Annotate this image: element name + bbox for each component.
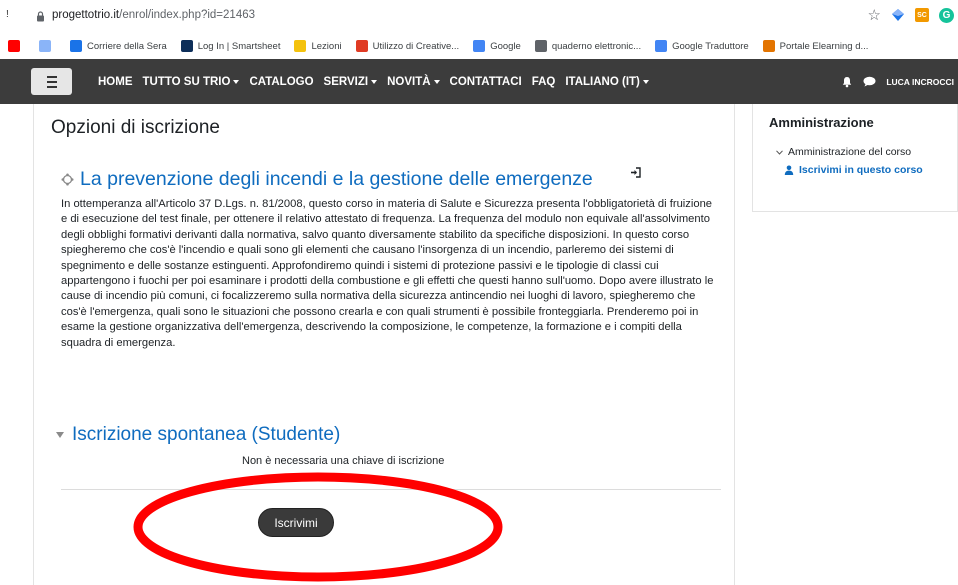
hamburger-line [46, 80, 57, 83]
nav-item-faq[interactable]: FAQ [532, 76, 556, 88]
nav-item-label: CATALOGO [249, 75, 314, 88]
bookmark-item[interactable]: Google [473, 40, 521, 52]
nav-item-tutto-su-trio[interactable]: TUTTO SU TRIO [143, 76, 240, 88]
bell-icon[interactable] [841, 76, 853, 88]
browser-address-bar: ! progettotrio.it/enrol/index.php?id=214… [0, 0, 958, 33]
url-text[interactable]: progettotrio.it/enrol/index.php?id=21463 [52, 9, 255, 21]
bookmark-star-icon[interactable]: ☆ [868, 6, 881, 24]
bookmark-label: Lezioni [311, 40, 342, 52]
nav-menu: HOME TUTTO SU TRIO CATALOGO SERVIZI NOVITÀ CO… [98, 59, 659, 104]
page-title: Opzioni di iscrizione [51, 117, 220, 138]
lezioni-icon [294, 40, 307, 52]
bookmark-label: Log In | Smartsheet [197, 40, 281, 52]
nav-item-label: SERVIZI [323, 75, 369, 88]
enrol-method-header[interactable]: Iscrizione spontanea (Studente) [56, 424, 340, 446]
nav-item-novit[interactable]: NOVITÀ [387, 75, 440, 88]
youtube-icon [8, 40, 20, 52]
caret-down-icon [433, 79, 440, 84]
adobe-icon [355, 40, 368, 52]
address-prefix: ! [6, 9, 9, 20]
globe-icon [534, 40, 547, 52]
lock-icon [37, 11, 44, 22]
caret-down-icon [371, 79, 378, 84]
bookmark-item[interactable]: Portale Elearning d... [762, 40, 869, 52]
nav-user-area: LUCA INCROCCI [841, 59, 954, 104]
smartsheet-icon [180, 40, 193, 52]
enrol-me-label: Iscrivimi in questo corso [799, 164, 923, 176]
bookmark-item[interactable]: Corriere della Sera [70, 40, 167, 52]
bookmark-item[interactable] [39, 40, 56, 52]
portale-icon [762, 40, 775, 52]
nav-item-label: FAQ [531, 75, 556, 88]
google-icon [473, 40, 486, 52]
collapse-caret-icon [56, 432, 64, 438]
nav-item-home[interactable]: HOME [98, 76, 133, 88]
extension-diamond-icon[interactable] [891, 8, 905, 22]
url-path: /enrol/index.php?id=21463 [119, 9, 256, 21]
nav-item-catalogo[interactable]: CATALOGO [249, 76, 313, 88]
enrol-me-link[interactable]: Iscrivimi in questo corso [784, 164, 923, 176]
divider [61, 489, 721, 490]
nav-item-label: ITALIANO (IT) [565, 75, 640, 88]
grammarly-icon[interactable]: G [939, 7, 954, 23]
user-menu[interactable]: LUCA INCROCCI [886, 77, 954, 87]
nav-item-contattaci[interactable]: CONTATTACI [450, 76, 522, 88]
bookmark-label: quaderno elettronic... [551, 40, 642, 52]
nav-item-italiano-it[interactable]: ITALIANO (IT) [565, 76, 649, 88]
course-description: In ottemperanza all'Articolo 37 D.Lgs. n… [61, 198, 714, 349]
user-icon [784, 165, 794, 175]
media-icon [39, 40, 51, 52]
enrol-method-title: Iscrizione spontanea (Studente) [72, 424, 341, 445]
browser-actions: ☆ SC G [868, 6, 954, 24]
caret-down-icon [642, 79, 649, 84]
bookmark-item[interactable]: Google Traduttore [655, 40, 749, 52]
bookmark-item[interactable] [8, 40, 25, 52]
menu-toggle-button[interactable] [31, 68, 72, 95]
course-admin-node[interactable]: Amministrazione del corso [776, 146, 911, 158]
nav-item-servizi[interactable]: SERVIZI [324, 76, 378, 88]
nav-item-label: HOME [98, 75, 133, 88]
course-puzzle-icon [61, 173, 74, 186]
bookmarks-bar: Corriere della Sera Log In | Smartsheet Le… [0, 33, 958, 59]
hamburger-line [46, 75, 57, 78]
bookmark-label: Utilizzo di Creative... [372, 40, 460, 52]
bookmark-label: Corriere della Sera [87, 40, 167, 52]
no-key-notice: Non è necessaria una chiave di iscrizion… [242, 455, 445, 467]
course-title-link[interactable]: La prevenzione degli incendi e la gestio… [80, 168, 593, 191]
nav-item-label: NOVITÀ [387, 75, 431, 88]
nav-item-label: CONTATTACI [449, 75, 522, 88]
bookmark-label: Portale Elearning d... [779, 40, 869, 52]
site-navbar: HOME TUTTO SU TRIO CATALOGO SERVIZI NOVITÀ CO… [0, 59, 958, 104]
bookmark-label: Google Traduttore [672, 40, 749, 52]
enroll-button[interactable]: Iscrivimi [258, 508, 334, 537]
bookmark-label: Google [490, 40, 521, 52]
course-admin-label: Amministrazione del corso [788, 146, 912, 158]
chevron-down-icon [776, 149, 783, 155]
corriere-icon [70, 40, 82, 52]
bookmark-item[interactable]: Log In | Smartsheet [180, 40, 281, 52]
bookmark-item[interactable]: quaderno elettronic... [534, 40, 642, 52]
url-host: progettotrio.it [52, 9, 120, 21]
extension-sc-icon[interactable]: SC [915, 8, 929, 22]
enrol-signin-icon [631, 167, 641, 178]
chat-icon[interactable] [863, 76, 876, 87]
hamburger-line [46, 85, 57, 88]
course-header: La prevenzione degli incendi e la gestio… [61, 168, 593, 191]
translate-icon [655, 40, 668, 52]
nav-item-label: TUTTO SU TRIO [142, 75, 231, 88]
bookmark-item[interactable]: Lezioni [294, 40, 342, 52]
admin-block-title: Amministrazione [769, 115, 874, 130]
bookmark-item[interactable]: Utilizzo di Creative... [355, 40, 460, 52]
caret-down-icon [233, 79, 240, 84]
